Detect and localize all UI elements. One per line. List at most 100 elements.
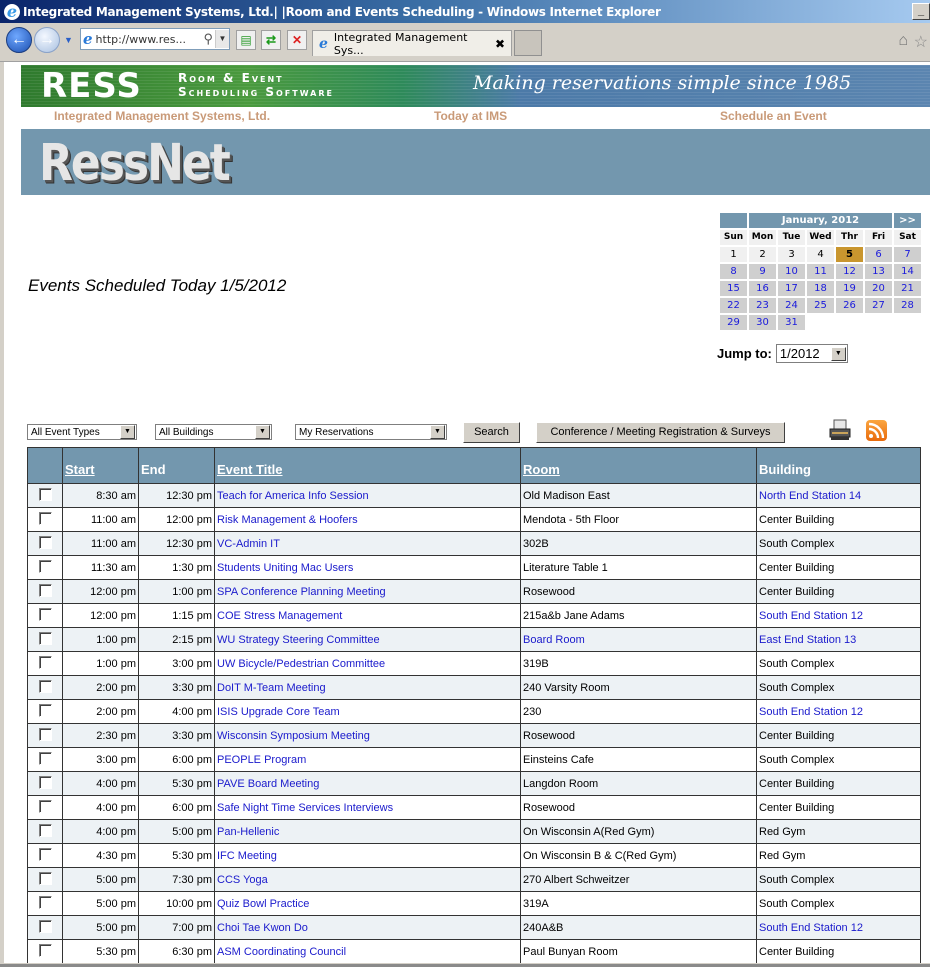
calendar-day[interactable]: 1 [720,247,747,262]
row-checkbox[interactable] [38,535,52,549]
calendar-day[interactable]: 12 [836,264,863,279]
chevron-down-icon[interactable]: ▼ [830,346,846,361]
minimize-button[interactable]: _ [912,3,930,20]
calendar-day[interactable]: 13 [865,264,892,279]
chevron-down-icon[interactable]: ▼ [430,425,445,439]
row-checkbox[interactable] [38,799,52,813]
row-checkbox[interactable] [38,775,52,789]
home-icon[interactable]: ⌂ [898,32,908,50]
event-title-link[interactable]: SPA Conference Planning Meeting [217,586,386,598]
room-link[interactable]: Board Room [523,634,585,646]
calendar-day[interactable]: 15 [720,281,747,296]
calendar-day[interactable]: 2 [749,247,776,262]
history-dropdown-icon[interactable]: ▼ [64,35,73,45]
new-tab-button[interactable] [514,30,542,56]
calendar-day[interactable]: 23 [749,298,776,313]
calendar-day[interactable]: 17 [778,281,805,296]
calendar-day[interactable]: 25 [807,298,834,313]
sort-title-link[interactable]: Event Title [217,462,283,477]
building-link[interactable]: East End Station 13 [759,634,856,646]
event-title-link[interactable]: Quiz Bowl Practice [217,898,309,910]
row-checkbox[interactable] [38,943,52,957]
calendar-day[interactable]: 11 [807,264,834,279]
event-title-link[interactable]: Students Uniting Mac Users [217,562,353,574]
row-checkbox[interactable] [38,487,52,501]
printer-icon[interactable] [829,419,851,441]
calendar-day[interactable]: 9 [749,264,776,279]
row-checkbox[interactable] [38,511,52,525]
search-icon[interactable]: ⚲ [203,31,213,47]
stop-button[interactable]: ✕ [287,30,307,50]
event-title-link[interactable]: Teach for America Info Session [217,490,369,502]
calendar-day[interactable]: 3 [778,247,805,262]
row-checkbox[interactable] [38,751,52,765]
row-checkbox[interactable] [38,655,52,669]
calendar-day[interactable]: 18 [807,281,834,296]
reservations-select[interactable]: My Reservations ▼ [295,424,447,440]
search-button[interactable]: Search [463,422,520,443]
calendar-day[interactable]: 24 [778,298,805,313]
event-title-link[interactable]: Wisconsin Symposium Meeting [217,730,370,742]
building-link[interactable]: South End Station 12 [759,610,863,622]
address-input[interactable]: http://www.res... [96,33,204,46]
calendar-day[interactable]: 14 [894,264,921,279]
forward-button[interactable]: → [34,27,60,53]
row-checkbox[interactable] [38,631,52,645]
building-link[interactable]: North End Station 14 [759,490,861,502]
event-title-link[interactable]: DoIT M-Team Meeting [217,682,326,694]
event-title-link[interactable]: WU Strategy Steering Committee [217,634,380,646]
favorites-star-icon[interactable]: ☆ [914,32,928,52]
row-checkbox[interactable] [38,727,52,741]
calendar-day-today[interactable]: 5 [836,247,863,262]
calendar-day[interactable]: 19 [836,281,863,296]
calendar-day[interactable]: 16 [749,281,776,296]
sort-start-link[interactable]: Start [65,462,95,477]
event-title-link[interactable]: CCS Yoga [217,874,268,886]
start-column-header[interactable]: Start [62,447,139,484]
event-title-link[interactable]: Choi Tae Kwon Do [217,922,308,934]
calendar-day[interactable]: 4 [807,247,834,262]
calendar-day[interactable]: 27 [865,298,892,313]
event-title-link[interactable]: IFC Meeting [217,850,277,862]
event-title-link[interactable]: VC-Admin IT [217,538,280,550]
address-bar[interactable]: e http://www.res... ⚲ ▼ [80,28,230,50]
tab-close-button[interactable]: ✖ [495,37,505,51]
event-title-link[interactable]: Pan-Hellenic [217,826,279,838]
calendar-day[interactable]: 21 [894,281,921,296]
event-title-link[interactable]: Risk Management & Hoofers [217,514,358,526]
calendar-day[interactable]: 7 [894,247,921,262]
calendar-next-button[interactable]: >> [894,213,921,228]
row-checkbox[interactable] [38,679,52,693]
nav-link-schedule[interactable]: Schedule an Event [720,109,827,123]
calendar-day[interactable]: 31 [778,315,805,330]
conference-registration-button[interactable]: Conference / Meeting Registration & Surv… [536,422,785,443]
event-title-link[interactable]: Safe Night Time Services Interviews [217,802,393,814]
room-column-header[interactable]: Room [520,447,757,484]
jump-to-select[interactable]: 1/2012 ▼ [775,344,848,363]
calendar-day[interactable]: 22 [720,298,747,313]
row-checkbox[interactable] [38,919,52,933]
row-checkbox[interactable] [38,871,52,885]
row-checkbox[interactable] [38,559,52,573]
calendar-day[interactable]: 28 [894,298,921,313]
calendar-day[interactable]: 30 [749,315,776,330]
calendar-day[interactable]: 8 [720,264,747,279]
refresh-button[interactable]: ⇄ [261,30,281,50]
event-title-link[interactable]: PEOPLE Program [217,754,306,766]
building-link[interactable]: South End Station 12 [759,706,863,718]
compatibility-view-button[interactable]: ▤ [236,30,256,50]
building-select[interactable]: All Buildings ▼ [155,424,272,440]
event-type-select[interactable]: All Event Types ▼ [27,424,137,440]
row-checkbox[interactable] [38,703,52,717]
row-checkbox[interactable] [38,847,52,861]
event-title-link[interactable]: UW Bicycle/Pedestrian Committee [217,658,385,670]
event-title-link[interactable]: ASM Coordinating Council [217,946,346,958]
chevron-down-icon[interactable]: ▼ [120,425,135,439]
chevron-down-icon[interactable]: ▼ [255,425,270,439]
row-checkbox[interactable] [38,583,52,597]
event-title-link[interactable]: PAVE Board Meeting [217,778,319,790]
building-link[interactable]: South End Station 12 [759,922,863,934]
row-checkbox[interactable] [38,607,52,621]
row-checkbox[interactable] [38,823,52,837]
title-column-header[interactable]: Event Title [214,447,521,484]
